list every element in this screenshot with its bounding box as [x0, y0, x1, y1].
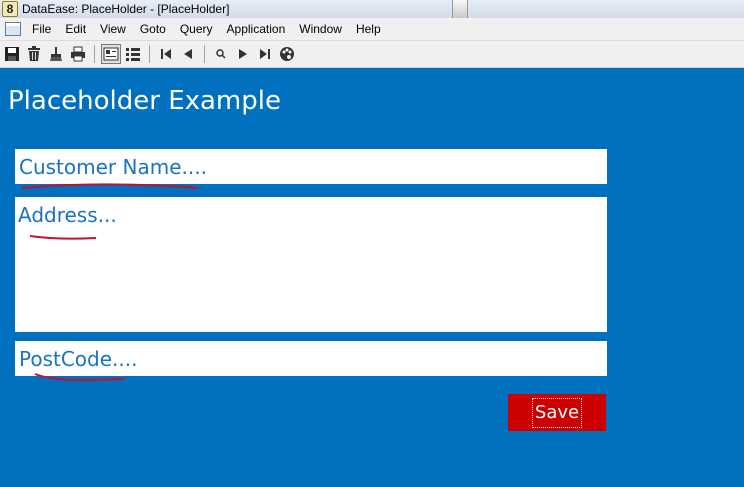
- last-record-icon[interactable]: [255, 44, 275, 64]
- save-icon[interactable]: [2, 44, 22, 64]
- postcode-input[interactable]: [15, 341, 607, 376]
- first-record-icon[interactable]: [156, 44, 176, 64]
- menu-view[interactable]: View: [93, 19, 133, 39]
- menu-goto[interactable]: Goto: [133, 19, 173, 39]
- save-button[interactable]: Save: [508, 394, 606, 431]
- menu-bar: File Edit View Goto Query Application Wi…: [0, 18, 744, 41]
- page-title: Placeholder Example: [8, 86, 281, 116]
- menu-edit[interactable]: Edit: [58, 19, 93, 39]
- document-icon[interactable]: [5, 22, 21, 36]
- next-record-icon[interactable]: [233, 44, 253, 64]
- menu-help[interactable]: Help: [349, 19, 388, 39]
- menu-application[interactable]: Application: [220, 19, 293, 39]
- print-icon[interactable]: [68, 44, 88, 64]
- menu-file[interactable]: File: [25, 19, 58, 39]
- palette-icon[interactable]: [277, 44, 297, 64]
- table-view-icon[interactable]: [123, 44, 143, 64]
- toolbar-separator: [149, 45, 150, 63]
- window-title: DataEase: PlaceHolder - [PlaceHolder]: [22, 2, 230, 16]
- toolbar: [0, 41, 744, 68]
- save-button-label: Save: [531, 397, 583, 428]
- app-icon: 8: [2, 1, 18, 17]
- toolbar-separator: [94, 45, 95, 63]
- menu-query[interactable]: Query: [173, 19, 220, 39]
- previous-record-icon[interactable]: [178, 44, 198, 64]
- address-input[interactable]: [15, 197, 607, 332]
- toolbar-separator: [204, 45, 205, 63]
- title-bar-tab-icon: [452, 0, 468, 18]
- window-title-bar[interactable]: 8 DataEase: PlaceHolder - [PlaceHolder]: [0, 0, 744, 18]
- menu-window[interactable]: Window: [292, 19, 349, 39]
- search-icon[interactable]: [211, 44, 231, 64]
- delete-icon[interactable]: [24, 44, 44, 64]
- customer-name-input[interactable]: [15, 149, 607, 184]
- clear-icon[interactable]: [46, 44, 66, 64]
- form-view-icon[interactable]: [101, 44, 121, 64]
